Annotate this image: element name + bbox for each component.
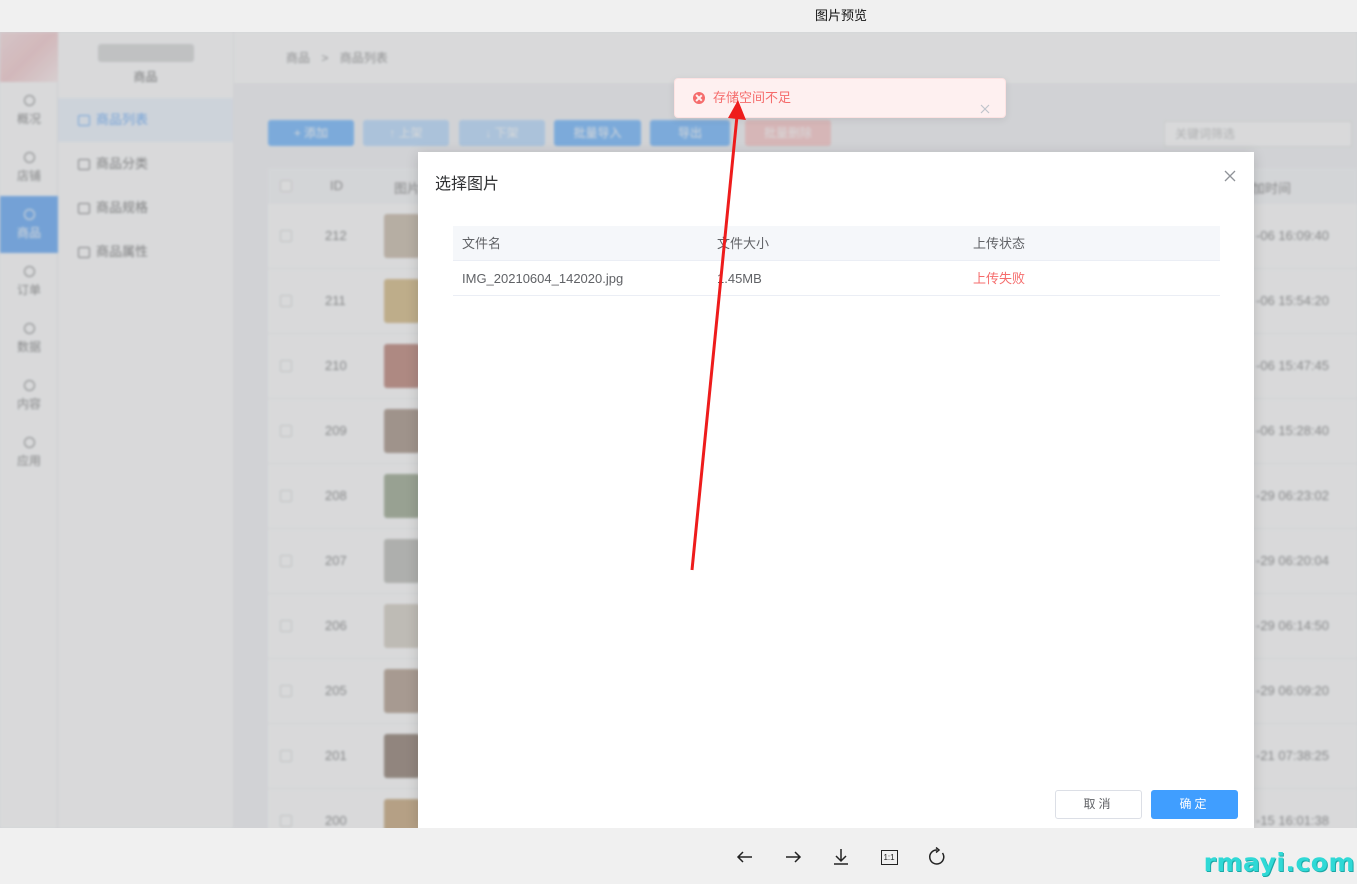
error-toast: 存储空间不足 xyxy=(674,78,1006,118)
viewer-toolbar: 1:1 rmayi.com xyxy=(0,828,1357,884)
col-filesize: 文件大小 xyxy=(717,236,770,251)
dialog-title: 选择图片 xyxy=(435,176,500,193)
viewer-title: 图片预览 xyxy=(0,0,1357,32)
col-filename: 文件名 xyxy=(462,236,502,251)
upload-status: 上传失败 xyxy=(973,271,1026,286)
error-icon xyxy=(693,92,705,104)
watermark: rmayi.com xyxy=(1203,848,1355,877)
download-icon[interactable] xyxy=(830,846,852,868)
table-row: IMG_20210604_142020.jpg 1.45MB 上传失败 xyxy=(453,261,1220,296)
toast-message: 存储空间不足 xyxy=(713,90,792,105)
arrow-left-icon[interactable] xyxy=(734,846,756,868)
file-table-header: 文件名 文件大小 上传状态 xyxy=(453,226,1220,261)
actual-size-label: 1:1 xyxy=(880,849,898,865)
arrow-right-icon[interactable] xyxy=(782,846,804,868)
rotate-icon[interactable] xyxy=(926,846,948,868)
screenshot-area: 概况 店铺 商品 订单 数据 内容 应用 商品 商品列表 商品分类 商品规格 商品属性 商品 > … xyxy=(0,32,1357,828)
file-table: 文件名 文件大小 上传状态 IMG_20210604_142020.jpg 1.… xyxy=(453,226,1220,296)
confirm-button[interactable]: 确定 xyxy=(1151,790,1238,819)
close-icon[interactable] xyxy=(1222,168,1238,184)
file-size: 1.45MB xyxy=(717,271,762,286)
actual-size-icon[interactable]: 1:1 xyxy=(878,846,900,868)
file-name: IMG_20210604_142020.jpg xyxy=(462,271,624,286)
select-image-dialog: 选择图片 文件名 文件大小 上传状态 IMG_20210604_142020.j… xyxy=(418,152,1254,828)
close-icon[interactable] xyxy=(979,92,991,114)
col-status: 上传状态 xyxy=(973,236,1026,251)
cancel-button[interactable]: 取消 xyxy=(1055,790,1142,819)
